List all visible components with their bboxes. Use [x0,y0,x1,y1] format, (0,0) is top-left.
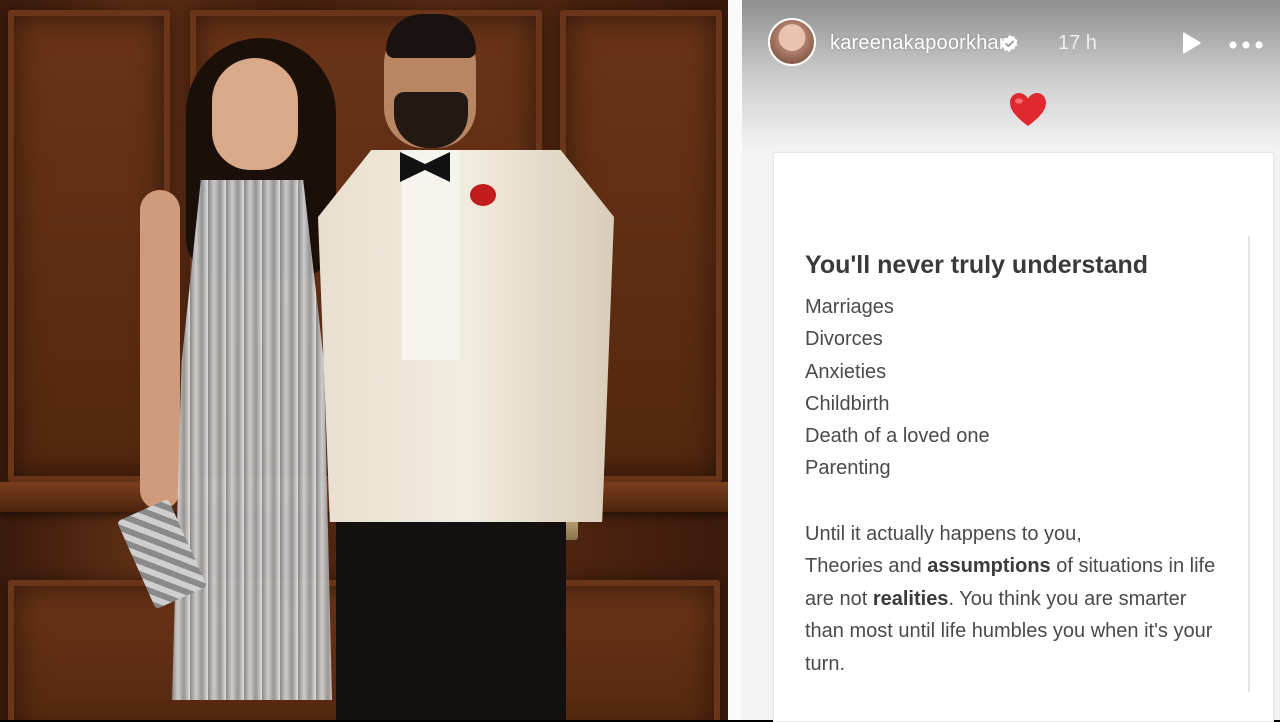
man-shirt [402,150,460,360]
heart-emoji-sticker [1010,93,1046,126]
list-item: Childbirth [805,392,890,415]
paragraph-body: Theories and assumptions of situations i… [805,550,1225,680]
experience-list: Marriages Divorces Anxieties Childbirth … [805,294,990,488]
list-item: Death of a loved one [805,425,990,448]
woman-face [212,58,298,170]
card-scroll-line [1248,236,1250,692]
avatar[interactable] [768,18,816,66]
lapel-rose [470,184,496,206]
play-icon[interactable] [1180,31,1202,55]
card-paragraph: Until it actually happens to you, Theori… [805,518,1225,680]
card-headline: You'll never truly understand [805,251,1149,279]
split-divider [728,0,742,720]
list-item: Marriages [805,296,894,318]
more-options-icon[interactable] [1228,40,1264,50]
story-username[interactable]: kareenakapoorkhan [830,32,1010,55]
emphasis-realities: realities [872,587,949,610]
verified-badge-icon [1001,34,1018,53]
woman-silver-dress [172,180,332,700]
man-white-tuxedo-jacket [318,150,614,522]
list-item: Anxieties [805,360,887,383]
paragraph-line-1: Until it actually happens to you, [805,523,1082,545]
story-time-ago: 17 h [1058,32,1097,54]
emphasis-assumptions: assumptions [927,555,1051,578]
couple-photo [0,0,728,720]
list-item: Divorces [805,328,883,351]
woman-arm [140,190,180,510]
paragraph-text: Theories and [805,555,928,578]
list-item: Parenting [805,457,891,480]
